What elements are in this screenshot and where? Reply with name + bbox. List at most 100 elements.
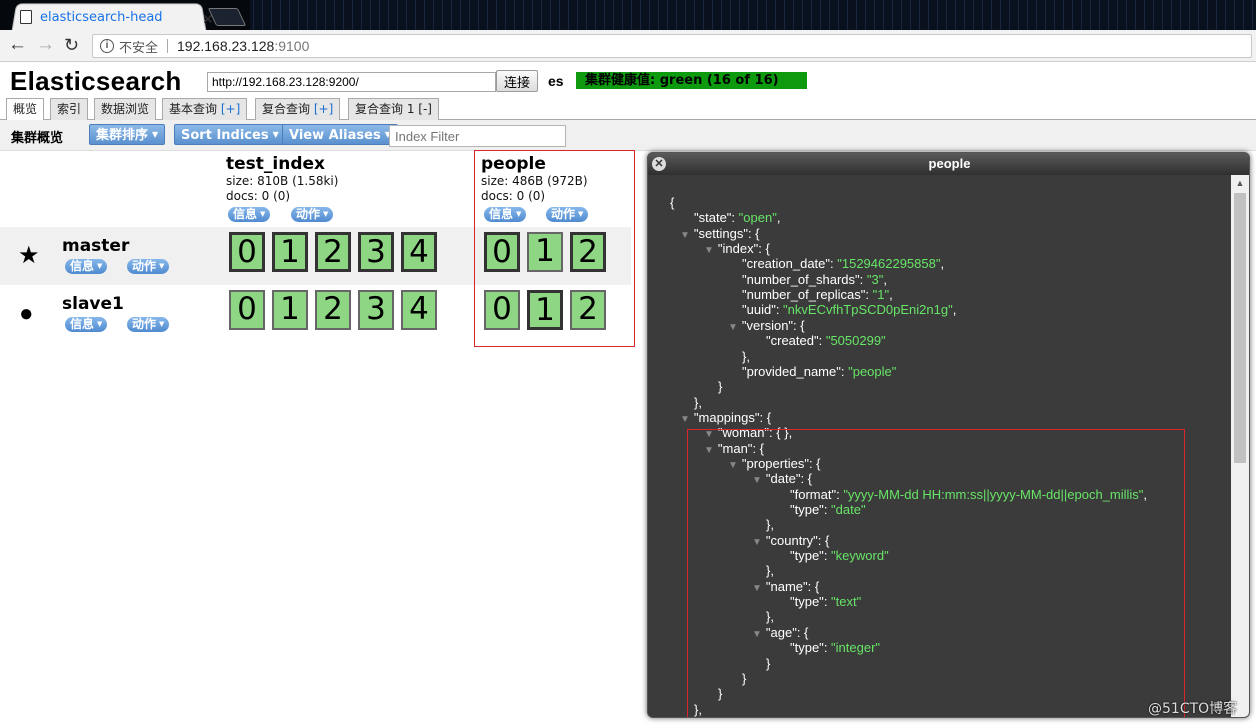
- sort-cluster-dropdown[interactable]: 集群排序 ▼: [89, 124, 166, 145]
- json-value: "5050299": [825, 333, 886, 349]
- node-info-button[interactable]: 信息 ▼: [65, 317, 108, 332]
- json-punct: ,: [940, 256, 945, 272]
- shard-primary[interactable]: 4: [401, 232, 437, 272]
- json-key: "index": [717, 241, 759, 257]
- shard-replica[interactable]: 1: [272, 290, 308, 330]
- json-line: "number_of_shards": "3",: [742, 272, 887, 287]
- info-icon[interactable]: i: [100, 39, 114, 53]
- scroll-up-icon[interactable]: ▲: [1231, 175, 1249, 191]
- security-label[interactable]: 不安全: [119, 37, 158, 56]
- people-index-highlight: [474, 150, 635, 347]
- address-divider: [167, 39, 169, 53]
- view-aliases-dropdown[interactable]: View Aliases ▼: [282, 124, 398, 145]
- pill-label: 动作: [132, 317, 157, 331]
- node-info-button[interactable]: 信息 ▼: [65, 259, 108, 274]
- tab-compound-query-1[interactable]: 复合查询 1 [-]: [348, 98, 439, 120]
- json-text: : {: [747, 225, 760, 241]
- collapse-triangle-icon[interactable]: ▼: [704, 245, 714, 256]
- tab-basic-query[interactable]: 基本查询 [+]: [162, 98, 248, 120]
- caret-down-icon: ▼: [323, 210, 329, 218]
- json-text: },: [694, 394, 702, 410]
- json-value: "3": [866, 271, 884, 287]
- collapse-triangle-icon[interactable]: ▼: [680, 414, 690, 425]
- tab-add-button[interactable]: [+]: [314, 102, 333, 116]
- dialog-header: ✕ people: [648, 153, 1249, 175]
- json-key: "creation_date": [742, 256, 831, 272]
- dialog-title: people: [928, 156, 971, 171]
- server-url-input[interactable]: [207, 72, 496, 92]
- shard-primary[interactable]: 3: [358, 232, 394, 272]
- json-key: "state": [694, 210, 732, 226]
- json-value: "1529462295858": [837, 256, 941, 272]
- shard-replica[interactable]: 3: [358, 290, 394, 330]
- json-value: "people": [848, 363, 897, 379]
- shard-primary[interactable]: 1: [272, 232, 308, 272]
- shard-primary[interactable]: 0: [229, 232, 265, 272]
- json-colon: :: [818, 333, 826, 349]
- back-arrow-icon[interactable]: ←: [8, 35, 27, 55]
- json-colon: :: [859, 271, 867, 287]
- tab-label: 概览: [13, 102, 38, 116]
- collapse-triangle-icon[interactable]: ▼: [680, 230, 690, 241]
- index-filter-input[interactable]: [389, 125, 566, 147]
- reload-icon[interactable]: ↻: [64, 35, 79, 55]
- json-punct: ,: [883, 271, 887, 287]
- json-value: "nkvECvfhTpSCD0pEni2n1g": [783, 302, 953, 318]
- json-scrollbar[interactable]: ▲: [1231, 175, 1249, 717]
- json-key: "provided_name": [742, 363, 841, 379]
- tab-label: 复合查询 1: [355, 102, 415, 116]
- node-action-button[interactable]: 动作 ▼: [127, 317, 170, 332]
- tab-label: 基本查询: [169, 102, 218, 116]
- tab-compound-query[interactable]: 复合查询 [+]: [255, 98, 341, 120]
- json-punct: ,: [776, 210, 781, 226]
- tab-browser[interactable]: 数据浏览: [94, 98, 157, 120]
- cluster-name: es: [548, 73, 564, 89]
- json-line: "number_of_replicas": "1",: [742, 287, 893, 302]
- shard-primary[interactable]: 2: [315, 232, 351, 272]
- caret-down-icon: ▼: [97, 262, 103, 270]
- node-action-button[interactable]: 动作 ▼: [127, 259, 170, 274]
- url-port[interactable]: :9100: [274, 38, 309, 54]
- tab-add-button[interactable]: [+]: [221, 102, 240, 116]
- browser-tab-content[interactable]: elasticsearch-head ✕: [20, 5, 214, 29]
- caret-down-icon: ▼: [159, 262, 165, 270]
- json-line: },: [742, 349, 750, 364]
- json-text: : {: [759, 409, 772, 425]
- forward-arrow-icon[interactable]: →: [36, 35, 55, 55]
- tab-label: 数据浏览: [101, 102, 150, 116]
- tab-label: 复合查询: [262, 102, 311, 116]
- url-host[interactable]: 192.168.23.128: [177, 38, 274, 54]
- collapse-triangle-icon[interactable]: ▼: [728, 322, 738, 333]
- shard-replica[interactable]: 2: [315, 290, 351, 330]
- index-info-dialog: ✕ people {"state": "open", ▼ "settings": {…: [647, 152, 1250, 718]
- json-text: }: [718, 379, 723, 395]
- caret-down-icon: ▼: [159, 320, 165, 328]
- browser-tab-strip: elasticsearch-head ✕: [0, 0, 1256, 30]
- json-key: "version": [741, 317, 794, 333]
- circle-icon: ●: [19, 300, 34, 327]
- json-key: "uuid": [742, 302, 776, 318]
- pill-label: 动作: [132, 259, 157, 273]
- connect-button[interactable]: 连接: [496, 70, 538, 92]
- tab-indices[interactable]: 索引: [50, 98, 89, 120]
- json-line: "creation_date": "1529462295858",: [742, 256, 944, 271]
- shard-replica[interactable]: 0: [229, 290, 265, 330]
- json-line: },: [694, 395, 702, 410]
- browser-toolbar: ← → ↻ i 不安全 192.168.23.128 :9100: [0, 30, 1256, 62]
- json-punct: ,: [889, 287, 893, 303]
- index-action-button[interactable]: 动作 ▼: [291, 207, 334, 222]
- index-header-test_index: test_index size: 810B (1.58ki) docs: 0 (…: [226, 154, 338, 204]
- sort-indices-dropdown[interactable]: Sort Indices ▼: [174, 124, 286, 145]
- json-line: {: [670, 195, 674, 210]
- pill-label: 信息: [70, 259, 95, 273]
- index-info-button[interactable]: 信息 ▼: [228, 207, 271, 222]
- tab-overview[interactable]: 概览: [6, 98, 45, 121]
- shard-replica[interactable]: 4: [401, 290, 437, 330]
- tab-remove-button[interactable]: [-]: [418, 102, 432, 116]
- caret-down-icon: ▼: [260, 210, 266, 218]
- scroll-thumb[interactable]: [1234, 193, 1246, 463]
- address-bar[interactable]: i 不安全 192.168.23.128 :9100: [92, 34, 1252, 58]
- json-colon: :: [731, 210, 739, 226]
- index-size: size: 810B (1.58ki): [226, 174, 339, 188]
- json-key: "number_of_shards": [742, 271, 860, 287]
